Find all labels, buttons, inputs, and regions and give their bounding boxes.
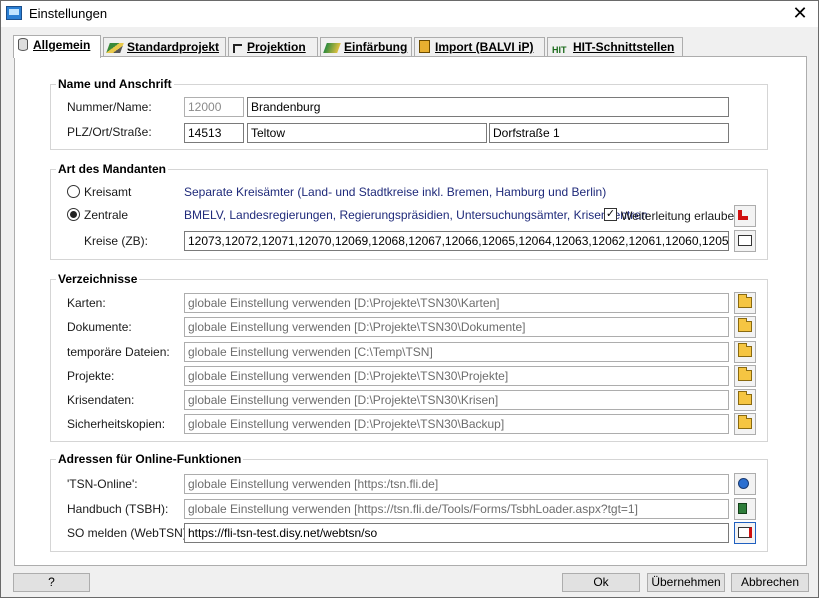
- tab-panel-allgemein: Name und Anschrift Nummer/Name: 12000 Br…: [14, 56, 807, 566]
- paint-icon: [323, 43, 341, 53]
- online-label-so-melden: SO melden (WebTSN):: [67, 526, 191, 540]
- group-online: Adressen für Online-Funktionen 'TSN-Onli…: [50, 452, 768, 552]
- tab-allgemein[interactable]: Allgemein: [13, 35, 101, 58]
- zentrale-description: BMELV, Landesregierungen, Regierungspräs…: [184, 208, 648, 222]
- ort-field[interactable]: Teltow: [247, 123, 487, 143]
- globe-icon: [738, 478, 749, 489]
- dir-field-sicherheitskopien[interactable]: globale Einstellung verwenden [D:\Projek…: [184, 414, 729, 434]
- plz-field[interactable]: 14513: [184, 123, 244, 143]
- folder-icon: [738, 367, 752, 381]
- dir-label-karten: Karten:: [67, 296, 106, 310]
- kreise-label: Kreise (ZB):: [84, 234, 149, 248]
- nummer-field[interactable]: 12000: [184, 97, 244, 117]
- uebernehmen-button[interactable]: Übernehmen: [647, 573, 725, 592]
- folder-icon: [738, 415, 752, 429]
- settings-window: Einstellungen ✕ Allgemein Standardprojek…: [0, 0, 819, 598]
- online-field-so-melden[interactable]: https://fli-tsn-test.disy.net/webtsn/so: [184, 523, 729, 543]
- browse-button-dokumente[interactable]: [734, 316, 756, 338]
- handbuch-button[interactable]: [734, 498, 756, 520]
- kreisamt-radio[interactable]: [67, 185, 80, 198]
- folder-icon: [738, 294, 752, 308]
- online-field-handbuch[interactable]: globale Einstellung verwenden [https://t…: [184, 499, 729, 519]
- online-field-tsn[interactable]: globale Einstellung verwenden [https:/ts…: [184, 474, 729, 494]
- online-label-handbuch: Handbuch (TSBH):: [67, 502, 169, 516]
- book-icon: [738, 503, 747, 514]
- browse-button-sicherheitskopien[interactable]: [734, 413, 756, 435]
- abbrechen-button[interactable]: Abbrechen: [731, 573, 809, 592]
- kreisamt-description: Separate Kreisämter (Land- und Stadtkrei…: [184, 185, 607, 199]
- name-field[interactable]: Brandenburg: [247, 97, 729, 117]
- folder-icon: [738, 318, 752, 332]
- dir-label-dokumente: Dokumente:: [67, 320, 132, 334]
- group-title-online: Adressen für Online-Funktionen: [56, 452, 244, 466]
- title-bar: Einstellungen ✕: [1, 1, 818, 27]
- kreise-field[interactable]: 12073,12072,12071,12070,12069,12068,1206…: [184, 231, 729, 251]
- browse-button-krisendaten[interactable]: [734, 389, 756, 411]
- dir-label-temp: temporäre Dateien:: [67, 345, 170, 359]
- browse-button-temp[interactable]: [734, 341, 756, 363]
- ok-button[interactable]: Ok: [562, 573, 640, 592]
- dir-field-krisendaten[interactable]: globale Einstellung verwenden [D:\Projek…: [184, 390, 729, 410]
- tab-projektion[interactable]: Projektion: [228, 37, 318, 57]
- dir-field-projekte[interactable]: globale Einstellung verwenden [D:\Projek…: [184, 366, 729, 386]
- so-melden-button[interactable]: [734, 522, 756, 544]
- group-mandant: Art des Mandanten Kreisamt Separate Krei…: [50, 162, 768, 260]
- dir-label-sicherheitskopien: Sicherheitskopien:: [67, 417, 166, 431]
- tab-hit-schnittstellen[interactable]: HIT HIT-Schnittstellen: [547, 37, 683, 57]
- layers-icon: [106, 43, 124, 53]
- tab-einfaerbung[interactable]: Einfärbung: [320, 37, 412, 57]
- group-title-verzeichnisse: Verzeichnisse: [56, 272, 140, 286]
- clipboard-icon: [738, 235, 752, 246]
- online-label-tsn: 'TSN-Online':: [67, 477, 138, 491]
- weiterleitung-label[interactable]: Weiterleitung erlauben: [621, 209, 741, 223]
- dir-field-temp[interactable]: globale Einstellung verwenden [C:\Temp\T…: [184, 342, 729, 362]
- browse-button-karten[interactable]: [734, 292, 756, 314]
- group-title-mandant: Art des Mandanten: [56, 162, 169, 176]
- database-icon: [18, 38, 28, 51]
- app-monitor-icon: [6, 6, 22, 20]
- zentrale-radio[interactable]: [67, 208, 80, 221]
- cursor-icon: [233, 44, 242, 53]
- strasse-field[interactable]: Dorfstraße 1: [489, 123, 729, 143]
- nummer-name-label: Nummer/Name:: [67, 100, 152, 114]
- forward-button[interactable]: [734, 205, 756, 227]
- window-title: Einstellungen: [29, 6, 108, 21]
- tsn-online-button[interactable]: [734, 473, 756, 495]
- folder-icon: [738, 391, 752, 405]
- red-arrow-icon: [738, 210, 748, 220]
- weiterleitung-checkbox[interactable]: ✓: [604, 208, 617, 221]
- kreise-edit-button[interactable]: [734, 230, 756, 252]
- zentrale-label[interactable]: Zentrale: [84, 208, 128, 222]
- browse-button-projekte[interactable]: [734, 365, 756, 387]
- folder-icon: [738, 343, 752, 357]
- group-verzeichnisse: Verzeichnisse Karten: globale Einstellun…: [50, 272, 768, 442]
- import-icon: [419, 40, 430, 53]
- group-name-anschrift: Name und Anschrift Nummer/Name: 12000 Br…: [50, 77, 768, 150]
- kreisamt-label[interactable]: Kreisamt: [84, 185, 131, 199]
- dir-field-dokumente[interactable]: globale Einstellung verwenden [D:\Projek…: [184, 317, 729, 337]
- edit-document-icon: [738, 527, 752, 538]
- dir-label-projekte: Projekte:: [67, 369, 115, 383]
- close-button[interactable]: ✕: [790, 3, 810, 23]
- tab-standardprojekt[interactable]: Standardprojekt: [103, 37, 226, 57]
- dir-label-krisendaten: Krisendaten:: [67, 393, 135, 407]
- plz-ort-label: PLZ/Ort/Straße:: [67, 125, 152, 139]
- dir-field-karten[interactable]: globale Einstellung verwenden [D:\Projek…: [184, 293, 729, 313]
- group-title-name: Name und Anschrift: [56, 77, 174, 91]
- help-button[interactable]: ?: [13, 573, 90, 592]
- tab-import-balvi[interactable]: Import (BALVI iP): [414, 37, 545, 57]
